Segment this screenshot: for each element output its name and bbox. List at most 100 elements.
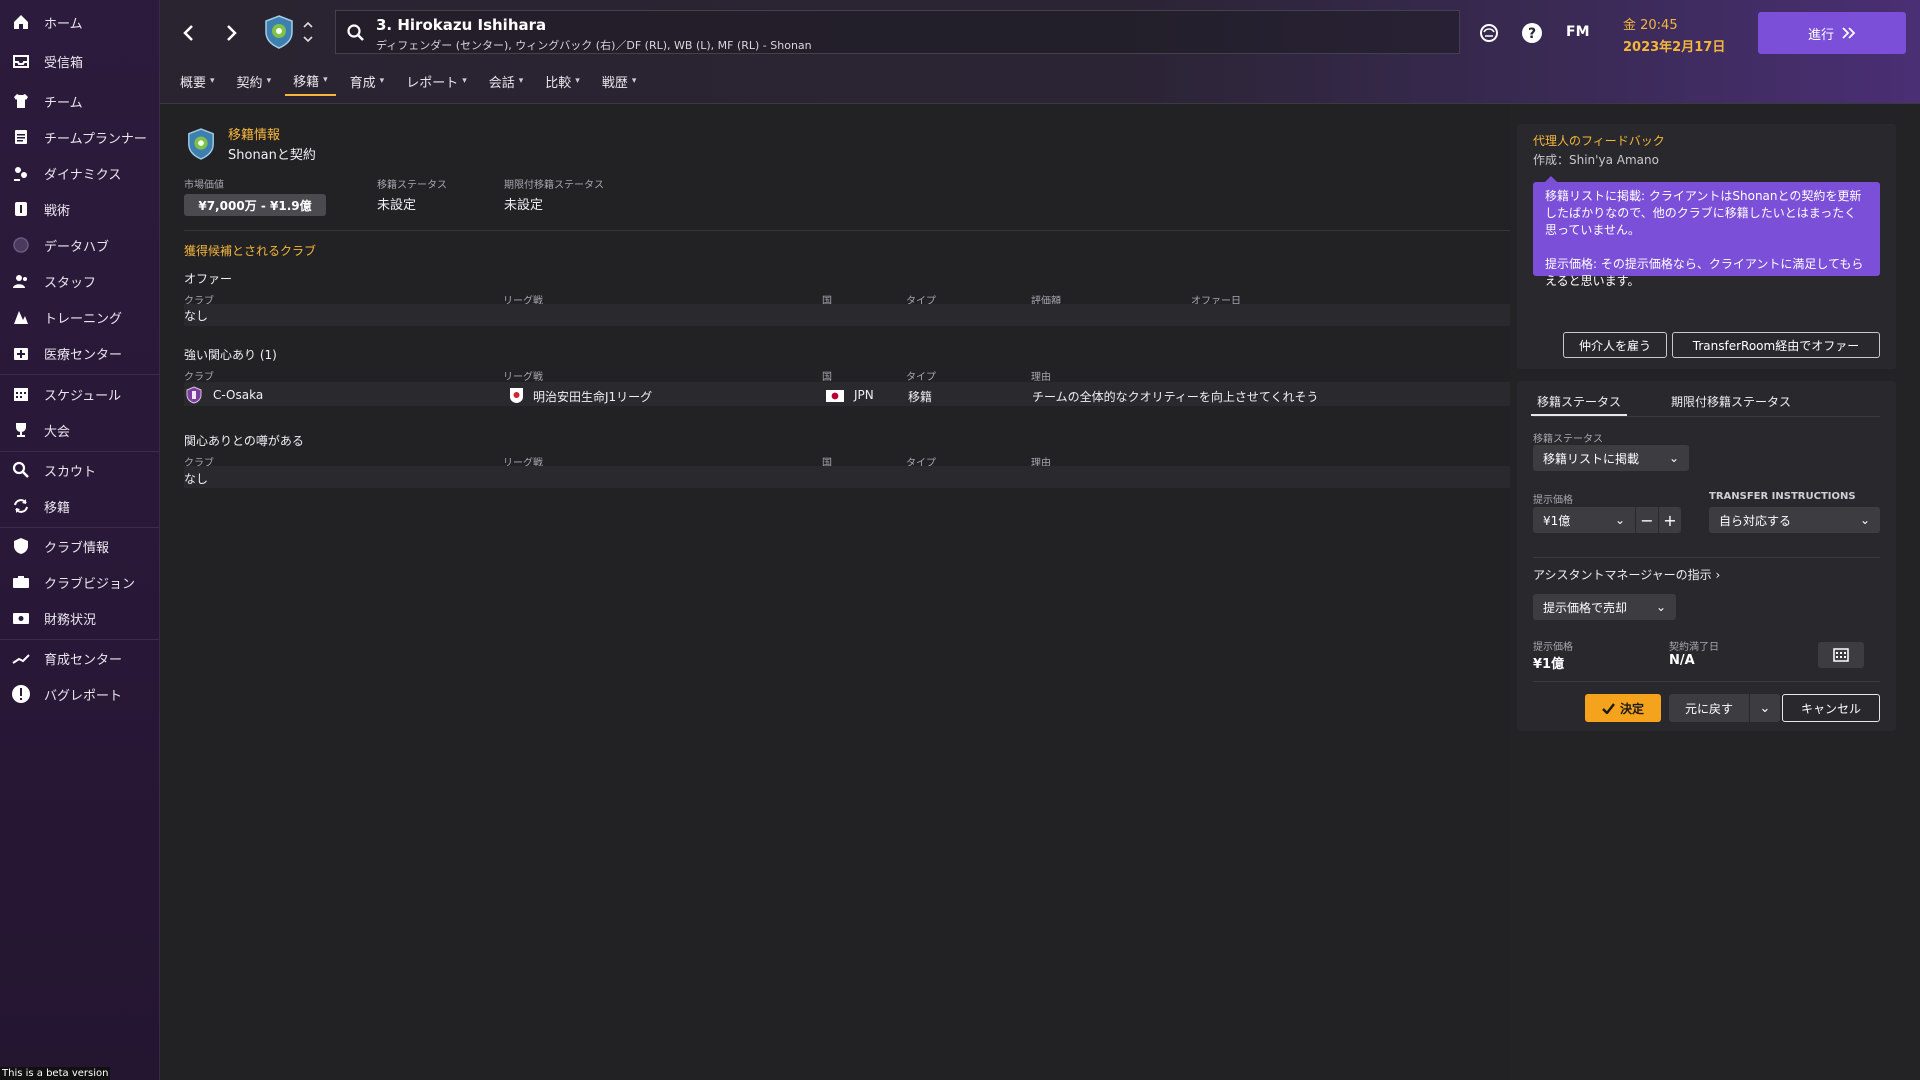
chevron-down-icon: ▾ [379,76,385,86]
main-content: 移籍情報 Shonanと契約 市場価値 ¥7,000万 - ¥1.9億 移籍ステ… [160,104,1510,1080]
col-reason: 理由 [1031,372,1051,383]
sidebar-item-label: 戦術 [44,203,71,219]
calendar-icon [1833,648,1849,662]
asking-price-value: ¥1億 [1533,657,1565,672]
home-icon [11,12,31,32]
transfer-instructions-dropdown[interactable]: 自ら対応する ⌄ [1709,507,1880,533]
back-button[interactable] [178,22,200,44]
strong-interest-title: 強い関心あり (1) [184,348,277,362]
interested-club-league[interactable]: 明治安田生命J1リーグ [533,388,652,405]
cancel-button[interactable]: キャンセル [1782,694,1880,722]
profile-tabs: 概要 ▾ 契約 ▾ 移籍 ▾ 育成 ▾ レポート ▾ 会話 ▾ 比較 ▾ 戦歴 ▾ [172,66,650,96]
transfer-instructions-label: TRANSFER INSTRUCTIONS [1709,491,1856,502]
sidebar-item-data-hub[interactable]: データハブ [0,231,160,259]
sidebar-item-training[interactable]: トレーニング [0,303,160,331]
tab-contract[interactable]: 契約 ▾ [229,66,280,96]
tab-label: 比較 [545,75,572,91]
player-name: 3. Hirokazu Ishihara [376,16,547,34]
game-time: 金 20:45 [1623,18,1678,33]
revert-options-button[interactable]: ⌄ [1750,694,1780,722]
chevron-updown-icon [303,21,313,43]
development-icon [11,648,31,668]
sidebar-item-tactics[interactable]: 戦術 [0,195,160,223]
fm-logo[interactable]: FM [1566,24,1590,40]
calendar-button[interactable] [1818,642,1864,668]
transferroom-offer-button[interactable]: TransferRoom経由でオファー [1672,332,1880,358]
sidebar-item-inbox[interactable]: 受信箱 [0,47,160,75]
globe-chat-icon [1480,24,1498,42]
chevron-down-icon: ▾ [266,76,272,86]
player-positions: ディフェンダー (センター), ウィングバック (右)／DF (RL), WB … [376,39,812,52]
chevron-down-icon: ▾ [631,76,637,86]
continue-button[interactable]: 進行 [1758,12,1906,54]
alert-icon [11,684,31,704]
tab-loan-status[interactable]: 期限付移籍ステータス [1665,389,1797,414]
sidebar-item-staff[interactable]: スタッフ [0,267,160,295]
sidebar-item-competitions[interactable]: 大会 [0,416,160,444]
sidebar-item-club-vision[interactable]: クラブビジョン [0,568,160,596]
chevron-down-icon: ▾ [575,76,580,86]
tab-label: 会話 [488,75,515,91]
sidebar-item-team[interactable]: チーム [0,87,160,115]
game-date-time: 金 20:45 2023年2月17日 [1623,14,1725,55]
transfer-status-panel: 移籍ステータス 期限付移籍ステータス 移籍ステータス 移籍リストに掲載 ⌄ 提示… [1517,381,1896,731]
sidebar: ホーム 受信箱 チーム チームプランナー ダイナミクス 戦術 データハブ スタッ… [0,0,160,1080]
tab-interaction[interactable]: 会話 ▾ [481,66,532,96]
club-badge-icon[interactable] [263,14,295,50]
transfer-status-dropdown[interactable]: 移籍リストに掲載 ⌄ [1533,445,1689,471]
assistant-instruction-dropdown[interactable]: 提示価格で売却 ⌄ [1533,594,1676,620]
sidebar-item-club-info[interactable]: クラブ情報 [0,532,160,560]
interested-club-name[interactable]: C-Osaka [213,388,263,402]
search-bar[interactable]: 3. Hirokazu Ishihara ディフェンダー (センター), ウィン… [335,10,1460,54]
interested-club-country: JPN [854,388,874,402]
tab-development[interactable]: 育成 ▾ [342,66,393,96]
vision-icon [11,572,31,592]
transfer-info-title: 移籍情報 [228,128,281,143]
assistant-manager-instructions-link[interactable]: アシスタントマネージャーの指示 › [1533,566,1720,583]
agent-message-transfer: 移籍リストに掲載: クライアントはShonanとの契約を更新したばかりなので、他… [1545,189,1862,237]
sidebar-item-label: トレーニング [44,311,123,327]
club-switch-arrows[interactable] [302,18,314,46]
asking-price-label: 提示価格 [1533,642,1573,653]
asking-price-dropdown[interactable]: ¥1億 ⌄ [1533,507,1635,533]
sidebar-item-label: ダイナミクス [44,167,122,183]
confirm-button[interactable]: 決定 [1585,694,1661,722]
tab-overview[interactable]: 概要 ▾ [172,66,223,96]
sidebar-item-scouting[interactable]: スカウト [0,456,160,484]
offers-empty: なし [184,309,209,323]
sidebar-item-label: 移籍 [44,500,71,516]
price-increase-button[interactable]: + [1659,507,1681,533]
revert-button[interactable]: 元に戻す [1669,694,1749,722]
social-feed-button[interactable] [1478,22,1500,44]
chevron-down-icon: ⌄ [1614,513,1625,527]
beta-notice: This is a beta version [0,1067,111,1080]
col-country: 国 [822,372,832,383]
sidebar-item-bug-report[interactable]: バグレポート [0,680,160,708]
sidebar-item-label: チーム [44,95,83,111]
assistant-instruction-selected: 提示価格で売却 [1543,600,1628,615]
tab-reports[interactable]: レポート ▾ [398,66,475,96]
top-bar: 3. Hirokazu Ishihara ディフェンダー (センター), ウィン… [160,0,1920,104]
table-row [184,304,1510,326]
sidebar-item-finances[interactable]: 財務状況 [0,604,160,632]
sidebar-item-transfers[interactable]: 移籍 [0,492,160,520]
sidebar-item-development-centre[interactable]: 育成センター [0,644,160,672]
sidebar-item-label: チームプランナー [44,131,147,147]
tab-transfer-status[interactable]: 移籍ステータス [1531,389,1628,416]
help-button[interactable]: ? [1521,22,1543,44]
sidebar-item-dynamics[interactable]: ダイナミクス [0,159,160,187]
sidebar-item-medical[interactable]: 医療センター [0,339,160,367]
forward-button[interactable] [220,22,242,44]
tab-compare[interactable]: 比較 ▾ [537,66,588,96]
hire-intermediary-button[interactable]: 仲介人を雇う [1563,332,1667,358]
sidebar-item-team-planner[interactable]: チームプランナー [0,123,160,151]
sidebar-item-schedule[interactable]: スケジュール [0,380,160,408]
price-decrease-button[interactable]: − [1636,507,1658,533]
tab-history[interactable]: 戦歴 ▾ [594,66,645,96]
sidebar-divider [0,527,160,528]
sidebar-item-home[interactable]: ホーム [0,8,160,36]
price-label: 提示価格 [1533,495,1573,506]
interest-reason: チームの全体的なクオリティーを向上させてくれそう [1032,390,1319,404]
dynamics-icon [11,163,31,183]
tab-transfer[interactable]: 移籍 ▾ [285,66,336,96]
